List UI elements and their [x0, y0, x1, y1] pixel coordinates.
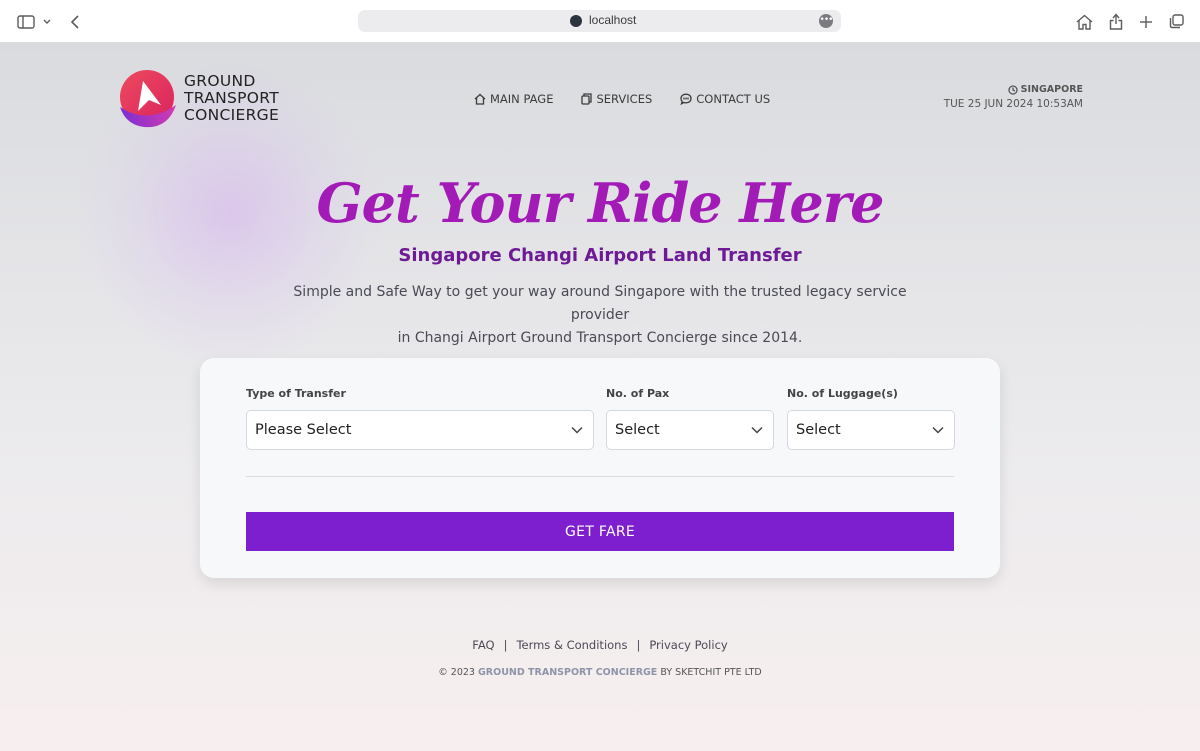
transfer-type-value: Please Select — [255, 422, 352, 438]
clock-icon — [1008, 84, 1018, 95]
hero-description: Simple and Safe Way to get your way arou… — [280, 281, 920, 350]
back-icon[interactable] — [66, 0, 84, 43]
chevron-down-icon — [932, 426, 944, 434]
logo-line: CONCIERGE — [184, 105, 280, 124]
logo-text: GROUND TRANSPORT CONCIERGE — [184, 71, 280, 124]
nav-item-main-page[interactable]: MAIN PAGE — [474, 92, 553, 106]
location-city: SINGAPORE — [944, 84, 1083, 95]
new-tab-icon[interactable] — [1137, 0, 1155, 43]
main-nav: MAIN PAGE SERVICES CONTACT US — [474, 92, 770, 106]
pax-label: No. of Pax — [606, 387, 670, 400]
luggage-value: Select — [796, 422, 841, 438]
description-line: Simple and Safe Way to get your way arou… — [293, 284, 907, 323]
more-options-icon[interactable]: ••• — [819, 14, 833, 28]
chat-icon — [680, 93, 692, 105]
pax-select[interactable]: Select — [606, 410, 774, 450]
sidebar-toggle-icon[interactable] — [14, 0, 38, 43]
nav-item-services[interactable]: SERVICES — [581, 92, 652, 106]
logo-mark-icon — [120, 70, 176, 128]
services-icon — [581, 93, 593, 105]
nav-label: SERVICES — [596, 92, 653, 106]
luggage-select[interactable]: Select — [787, 410, 955, 450]
chevron-down-icon — [751, 426, 763, 434]
chevron-down-icon — [571, 426, 583, 434]
address-bar[interactable]: localhost ••• — [358, 10, 841, 32]
logo-line: TRANSPORT — [184, 88, 280, 107]
privacy-link[interactable]: Privacy Policy — [649, 638, 727, 652]
nav-item-contact-us[interactable]: CONTACT US — [680, 92, 770, 106]
pax-value: Select — [615, 422, 660, 438]
location-time: SINGAPORE TUE 25 JUN 2024 10:53AM — [944, 84, 1083, 110]
get-fare-button[interactable]: GET FARE — [246, 512, 954, 551]
page-content: GROUND TRANSPORT CONCIERGE MAIN PAGE SER… — [0, 43, 1200, 751]
city-label: SINGAPORE — [1020, 84, 1083, 95]
home-icon[interactable] — [1074, 0, 1094, 43]
transfer-type-label: Type of Transfer — [246, 387, 346, 400]
fare-form-card: Type of Transfer Please Select No. of Pa… — [200, 358, 1000, 578]
transfer-type-select[interactable]: Please Select — [246, 410, 594, 450]
current-datetime: TUE 25 JUN 2024 10:53AM — [943, 98, 1083, 110]
copyright-prefix: © 2023 — [438, 667, 475, 678]
terms-link[interactable]: Terms & Conditions — [516, 638, 627, 652]
chevron-down-icon[interactable] — [40, 0, 54, 43]
browser-toolbar: localhost ••• — [0, 0, 1200, 43]
home-icon — [474, 93, 486, 105]
footer-copyright: © 2023 GROUND TRANSPORT CONCIERGE BY SKE… — [0, 667, 1200, 678]
logo-line: GROUND — [184, 71, 256, 90]
site-logo[interactable]: GROUND TRANSPORT CONCIERGE — [116, 67, 279, 129]
description-line: in Changi Airport Ground Transport Conci… — [397, 330, 803, 346]
footer-separator: | — [503, 638, 508, 652]
tab-overview-icon[interactable] — [1167, 0, 1185, 43]
address-url: localhost — [589, 13, 637, 27]
site-favicon-icon — [570, 15, 582, 27]
hero-subtitle: Singapore Changi Airport Land Transfer — [398, 245, 802, 266]
footer-separator: | — [636, 638, 641, 652]
form-divider — [246, 476, 954, 477]
share-icon[interactable] — [1107, 0, 1125, 43]
hero-title: Get Your Ride Here — [316, 171, 884, 235]
luggage-label: No. of Luggage(s) — [787, 387, 898, 400]
copyright-suffix: BY SKETCHIT PTE LTD — [660, 667, 762, 678]
faq-link[interactable]: FAQ — [472, 638, 494, 652]
footer-links: FAQ | Terms & Conditions | Privacy Polic… — [0, 638, 1200, 652]
nav-label: MAIN PAGE — [490, 92, 554, 106]
copyright-brand: GROUND TRANSPORT CONCIERGE — [478, 667, 658, 678]
nav-label: CONTACT US — [696, 92, 771, 106]
